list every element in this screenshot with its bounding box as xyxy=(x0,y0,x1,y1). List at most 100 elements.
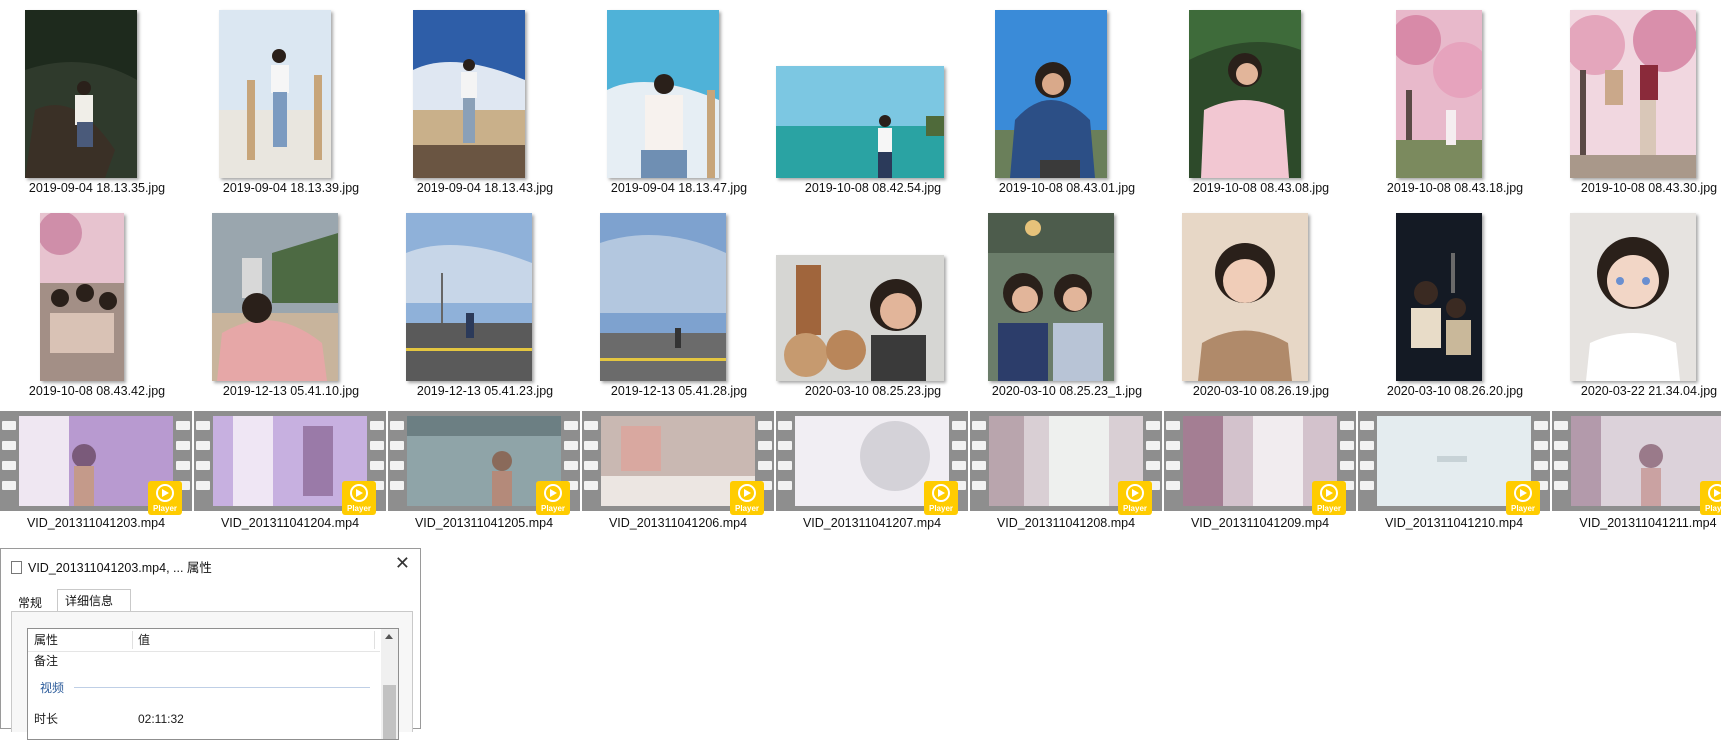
photo-item[interactable]: 2019-09-04 18.13.35.jpg xyxy=(0,0,194,200)
photo-item[interactable]: 2019-10-08 08.43.08.jpg xyxy=(1164,0,1358,200)
section-header-video: 视频 xyxy=(40,681,65,695)
photo-row-1: 2019-09-04 18.13.35.jpg 2019-09-04 18.13… xyxy=(0,0,1721,200)
photo-thumbnail xyxy=(776,255,944,381)
tab-details[interactable]: 详细信息 xyxy=(57,589,131,611)
photo-item[interactable]: 2019-12-13 05.41.10.jpg xyxy=(194,203,388,403)
photo-item[interactable]: 2020-03-10 08.26.19.jpg xyxy=(1164,203,1358,403)
photo-item[interactable]: 2019-09-04 18.13.43.jpg xyxy=(388,0,582,200)
column-value[interactable]: 值 xyxy=(138,629,150,651)
video-item[interactable]: Player VID_201311041203.mp4 xyxy=(0,411,192,530)
video-thumbnail: Player xyxy=(970,411,1162,515)
photo-item[interactable]: 2020-03-10 08.26.20.jpg xyxy=(1358,203,1552,403)
list-header: 属性 值 xyxy=(28,629,380,652)
player-icon: Player xyxy=(1700,481,1721,515)
player-icon: Player xyxy=(536,481,570,515)
photo-thumbnail xyxy=(25,10,137,178)
photo-item[interactable]: 2020-03-10 08.25.23_1.jpg xyxy=(970,203,1164,403)
file-name: 2020-03-10 08.26.20.jpg xyxy=(1386,384,1524,398)
video-thumbnail: Player xyxy=(776,411,968,515)
scroll-thumb[interactable] xyxy=(383,685,396,739)
photo-item[interactable]: 2019-12-13 05.41.23.jpg xyxy=(388,203,582,403)
photo-item[interactable]: 2019-09-04 18.13.39.jpg xyxy=(194,0,388,200)
player-icon: Player xyxy=(1506,481,1540,515)
properties-list: 属性 值 备注 视频 时长 02:11:32 xyxy=(27,628,399,740)
video-thumbnail: Player xyxy=(1164,411,1356,515)
file-name: 2020-03-22 21.34.04.jpg xyxy=(1580,384,1718,398)
photo-item[interactable]: 2020-03-10 08.25.23.jpg xyxy=(776,203,970,403)
list-item[interactable]: 时长 xyxy=(34,711,58,727)
scrollbar[interactable] xyxy=(381,629,398,739)
video-item[interactable]: Player VID_201311041208.mp4 xyxy=(970,411,1162,530)
scroll-up-icon[interactable] xyxy=(385,634,393,639)
file-name: 2019-12-13 05.41.28.jpg xyxy=(610,384,748,398)
file-name: 2019-10-08 08.43.18.jpg xyxy=(1386,181,1524,195)
player-icon: Player xyxy=(924,481,958,515)
close-icon[interactable]: ✕ xyxy=(395,554,410,572)
video-item[interactable]: Player VID_201311041209.mp4 xyxy=(1164,411,1356,530)
column-property[interactable]: 属性 xyxy=(34,629,58,651)
photo-thumbnail xyxy=(1396,10,1482,178)
photo-thumbnail xyxy=(40,213,124,381)
file-name: 2019-10-08 08.43.42.jpg xyxy=(28,384,166,398)
video-thumbnail: Player xyxy=(194,411,386,515)
photo-item[interactable]: 2019-10-08 08.43.18.jpg xyxy=(1358,0,1552,200)
video-item[interactable]: Player VID_201311041205.mp4 xyxy=(388,411,580,530)
photo-thumbnail xyxy=(995,10,1107,178)
photo-item[interactable]: 2019-10-08 08.43.30.jpg xyxy=(1552,0,1721,200)
video-row: Player VID_201311041203.mp4 Player VID_2… xyxy=(0,411,1721,530)
file-name: 2019-09-04 18.13.47.jpg xyxy=(610,181,748,195)
file-name: VID_201311041206.mp4 xyxy=(608,516,748,530)
file-name: VID_201311041209.mp4 xyxy=(1190,516,1330,530)
player-icon: Player xyxy=(1118,481,1152,515)
video-thumbnail: Player xyxy=(1552,411,1721,515)
photo-thumbnail xyxy=(1189,10,1301,178)
dialog-title: VID_201311041203.mp4, ... 属性 xyxy=(11,557,212,576)
file-name: VID_201311041205.mp4 xyxy=(414,516,554,530)
photo-thumbnail xyxy=(607,10,719,178)
photo-item[interactable]: 2019-10-08 08.42.54.jpg xyxy=(776,0,970,200)
file-name: VID_201311041210.mp4 xyxy=(1384,516,1524,530)
list-item[interactable]: 备注 xyxy=(34,653,58,669)
photo-item[interactable]: 2019-10-08 08.43.42.jpg xyxy=(0,203,194,403)
photo-thumbnail xyxy=(1396,213,1482,381)
video-thumbnail: Player xyxy=(388,411,580,515)
photo-thumbnail xyxy=(776,66,944,178)
video-item[interactable]: Player VID_201311041207.mp4 xyxy=(776,411,968,530)
photo-item[interactable]: 2019-12-13 05.41.28.jpg xyxy=(582,203,776,403)
video-item[interactable]: Player VID_201311041210.mp4 xyxy=(1358,411,1550,530)
photo-thumbnail xyxy=(1570,10,1696,178)
file-name: 2020-03-10 08.25.23.jpg xyxy=(804,384,942,398)
photo-item[interactable]: 2019-10-08 08.43.01.jpg xyxy=(970,0,1164,200)
photo-thumbnail xyxy=(600,213,726,381)
property-name: 时长 xyxy=(34,712,59,726)
property-value: 02:11:32 xyxy=(138,712,184,726)
photo-thumbnail xyxy=(212,213,338,381)
file-name: 2019-12-13 05.41.23.jpg xyxy=(416,384,554,398)
properties-dialog: VID_201311041203.mp4, ... 属性 ✕ 常规 详细信息 属… xyxy=(0,548,421,740)
file-name: VID_201311041208.mp4 xyxy=(996,516,1136,530)
video-item[interactable]: Player VID_201311041206.mp4 xyxy=(582,411,774,530)
photo-thumbnail xyxy=(1182,213,1308,381)
file-icon xyxy=(11,561,22,574)
photo-thumbnail xyxy=(219,10,331,178)
file-name: 2020-03-10 08.26.19.jpg xyxy=(1192,384,1330,398)
photo-thumbnail xyxy=(406,213,532,381)
photo-thumbnail xyxy=(988,213,1114,381)
player-icon: Player xyxy=(148,481,182,515)
details-panel: 属性 值 备注 视频 时长 02:11:32 xyxy=(11,611,413,740)
photo-thumbnail xyxy=(413,10,525,178)
video-item[interactable]: Player VID_201311041211.mp4 xyxy=(1552,411,1721,530)
video-item[interactable]: Player VID_201311041204.mp4 xyxy=(194,411,386,530)
file-name: 2019-09-04 18.13.35.jpg xyxy=(28,181,166,195)
file-name: 2019-09-04 18.13.43.jpg xyxy=(416,181,554,195)
photo-item[interactable]: 2019-09-04 18.13.47.jpg xyxy=(582,0,776,200)
property-name: 备注 xyxy=(34,654,59,668)
dialog-title-text: VID_201311041203.mp4, ... 属性 xyxy=(28,561,212,575)
player-icon: Player xyxy=(1312,481,1346,515)
file-name: 2019-10-08 08.43.08.jpg xyxy=(1192,181,1330,195)
file-name: 2020-03-10 08.25.23_1.jpg xyxy=(991,384,1143,398)
file-name: VID_201311041211.mp4 xyxy=(1579,516,1717,530)
photo-item[interactable]: 2020-03-22 21.34.04.jpg xyxy=(1552,203,1721,403)
file-name: VID_201311041204.mp4 xyxy=(220,516,360,530)
video-thumbnail: Player xyxy=(0,411,192,515)
